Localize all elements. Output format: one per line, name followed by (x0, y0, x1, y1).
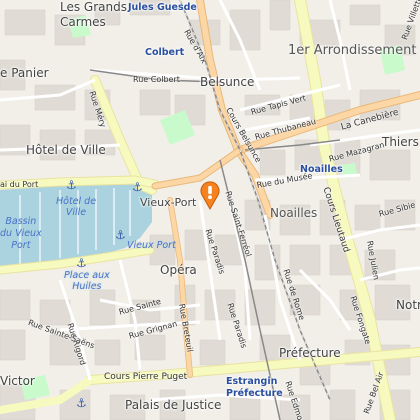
map-canvas[interactable]: ⚓ ⚓ ⚓ ⚓ ⚓ Les Grands Carmes Jules Guesde… (0, 0, 420, 420)
location-marker[interactable] (199, 180, 221, 210)
anchor-icon: ⚓ (76, 396, 87, 410)
anchor-icon: ⚓ (66, 178, 77, 192)
anchor-icon: ⚓ (132, 180, 143, 194)
anchor-icon: ⚓ (76, 256, 87, 270)
map-base-layer (0, 0, 420, 420)
anchor-icon: ⚓ (115, 228, 126, 242)
map-pin-icon (200, 181, 220, 210)
